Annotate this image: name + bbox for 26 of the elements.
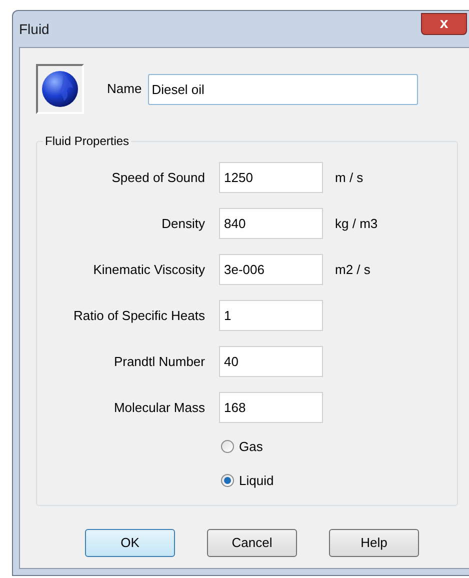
field-label: Density [160,214,205,233]
close-button[interactable]: x [421,13,467,35]
unit-label: kg / m3 [335,214,378,233]
value-field[interactable]: 1 [219,300,323,331]
field-label: Molecular Mass [112,398,205,417]
field-label: Prandtl Number [112,352,205,371]
unit-label: m / s [335,168,364,187]
radio-option[interactable]: Liquid [221,470,274,490]
value-field[interactable]: 168 [219,392,323,423]
name-label: Name [107,80,142,98]
dialog-button[interactable]: OK [85,529,175,557]
value-field[interactable]: 1250 [219,162,323,193]
value-field[interactable]: 840 [219,208,323,239]
group-title: Fluid Properties [43,133,132,149]
field-label: Speed of Sound [110,168,205,187]
field-label: Ratio of Specific Heats [72,306,205,325]
name-field[interactable]: Diesel oil [148,74,418,104]
dialog-button[interactable]: Cancel [207,529,297,557]
unit-label: m2 / s [335,260,370,279]
field-label: Kinematic Viscosity [92,260,205,279]
globe-icon [41,70,79,108]
value-field[interactable]: 40 [219,346,323,377]
radio-option[interactable]: Gas [221,437,263,456]
value-field[interactable]: 3e-006 [219,254,323,285]
window-title: Fluid [19,20,50,38]
dialog-button[interactable]: Help [329,529,419,557]
